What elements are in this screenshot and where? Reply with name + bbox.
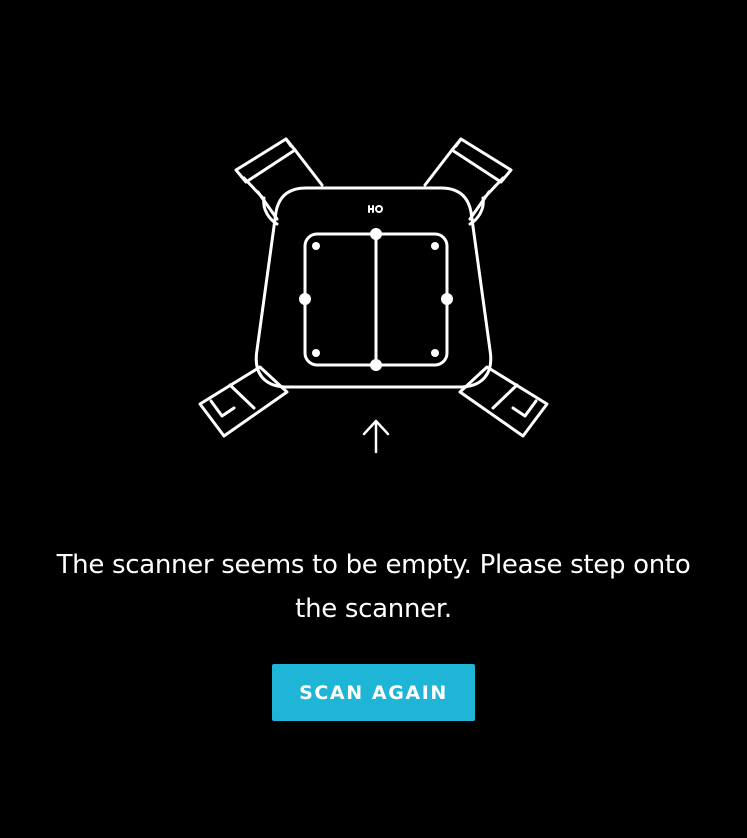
scanner-empty-screen: The scanner seems to be empty. Please st… [0,0,747,838]
scanner-foot-bottom-right [458,365,549,438]
scanner-plate [254,186,493,389]
scan-again-button[interactable]: SCAN AGAIN [272,664,475,721]
scanner-platform-icon [198,137,549,454]
scanner-empty-message: The scanner seems to be empty. Please st… [56,550,691,624]
scanner-foot-top-right [423,137,513,226]
scanner-foot-bottom-left [198,365,289,438]
arrow-up-icon [362,419,390,454]
scanner-foot-top-left [234,137,324,226]
brand-logo-icon [368,205,383,213]
